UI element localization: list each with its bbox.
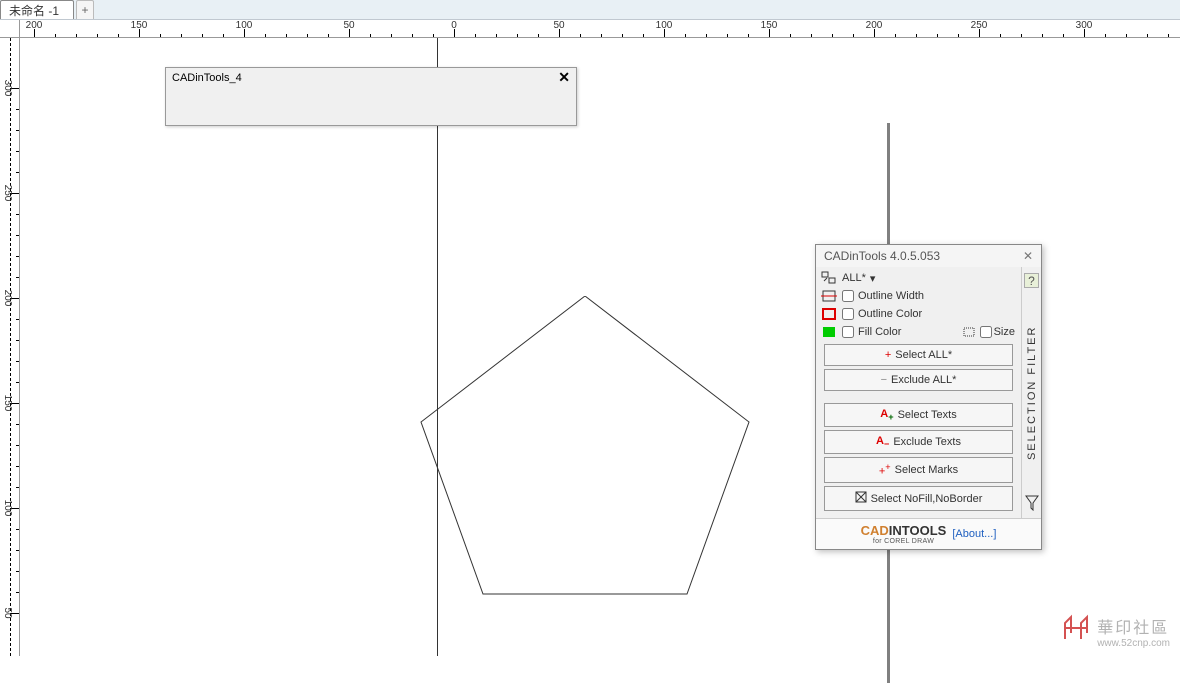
watermark-url: www.52cnp.com	[1097, 638, 1170, 649]
all-selector[interactable]: ALL*	[842, 272, 866, 284]
all-selector-row: ALL* ▾	[820, 269, 1017, 287]
mini-panel-titlebar[interactable]: CADinTools_4 ✕	[166, 68, 576, 87]
dialog-titlebar[interactable]: CADinTools 4.0.5.053 ✕	[816, 245, 1041, 267]
exclude-texts-button[interactable]: A− Exclude Texts	[824, 430, 1013, 454]
about-link[interactable]: [About...]	[952, 528, 996, 540]
minus-icon: −	[881, 374, 887, 386]
size-checkbox[interactable]	[980, 326, 992, 338]
outline-width-label: Outline Width	[858, 290, 924, 302]
dialog-title: CADinTools 4.0.5.053	[824, 249, 940, 263]
document-tab[interactable]: 未命名 -1	[0, 0, 74, 19]
watermark: 華印社區 www.52cnp.com	[1061, 613, 1170, 650]
watermark-title: 華印社區	[1097, 614, 1170, 638]
ruler-horizontal[interactable]: 20015010050050100150200250300350	[20, 20, 1180, 38]
select-marks-button[interactable]: ++ Select Marks	[824, 457, 1013, 483]
cadintools-dialog[interactable]: CADinTools 4.0.5.053 ✕ ALL* ▾ Outline Wi…	[815, 244, 1042, 550]
dialog-sidebar: ? SELECTION FILTER	[1021, 267, 1041, 518]
dialog-footer: CADINTOOLS for COREL DRAW [About...]	[816, 518, 1041, 549]
select-all-button[interactable]: + Select ALL*	[824, 344, 1013, 366]
size-icon	[960, 324, 978, 340]
ruler-corner	[0, 20, 20, 38]
guide-line-vertical	[10, 38, 11, 656]
fill-color-checkbox[interactable]	[842, 326, 854, 338]
select-nofill-button[interactable]: Select NoFill,NoBorder	[824, 486, 1013, 511]
chevron-down-icon[interactable]: ▾	[870, 272, 876, 285]
exclude-all-button[interactable]: − Exclude ALL*	[824, 369, 1013, 391]
help-button[interactable]: ?	[1024, 273, 1039, 288]
marks-icon: ++	[879, 462, 891, 478]
size-label: Size	[994, 326, 1015, 338]
fill-color-icon	[820, 324, 838, 340]
fill-color-row: Fill Color Size	[820, 323, 1017, 341]
outline-color-icon	[820, 306, 838, 322]
text-exclude-icon: A−	[876, 435, 889, 449]
selection-icon	[820, 270, 838, 286]
outline-color-row: Outline Color	[820, 305, 1017, 323]
outline-color-label: Outline Color	[858, 308, 922, 320]
plus-icon: +	[885, 349, 891, 361]
close-icon[interactable]: ✕	[1023, 249, 1033, 263]
funnel-icon	[1025, 495, 1039, 514]
fill-color-label: Fill Color	[858, 326, 901, 338]
outline-width-row: Outline Width	[820, 287, 1017, 305]
mini-panel-title: CADinTools_4	[172, 72, 242, 84]
nofill-icon	[855, 491, 867, 506]
outline-width-icon	[820, 288, 838, 304]
add-tab-button[interactable]: +	[76, 0, 94, 19]
outline-color-checkbox[interactable]	[842, 308, 854, 320]
cadintools-mini-panel[interactable]: CADinTools_4 ✕	[165, 67, 577, 126]
pentagon-shape[interactable]	[415, 296, 755, 596]
text-select-icon: A+	[880, 408, 893, 422]
watermark-logo-icon	[1061, 613, 1091, 650]
close-icon[interactable]: ✕	[558, 69, 570, 86]
selection-filter-label: SELECTION FILTER	[1026, 294, 1038, 491]
outline-width-checkbox[interactable]	[842, 290, 854, 302]
cadintools-logo: CADINTOOLS for COREL DRAW	[861, 523, 947, 545]
ruler-vertical[interactable]: 50100150200250300	[0, 38, 20, 656]
select-texts-button[interactable]: A+ Select Texts	[824, 403, 1013, 427]
document-tab-bar: 未命名 -1 +	[0, 0, 1180, 20]
